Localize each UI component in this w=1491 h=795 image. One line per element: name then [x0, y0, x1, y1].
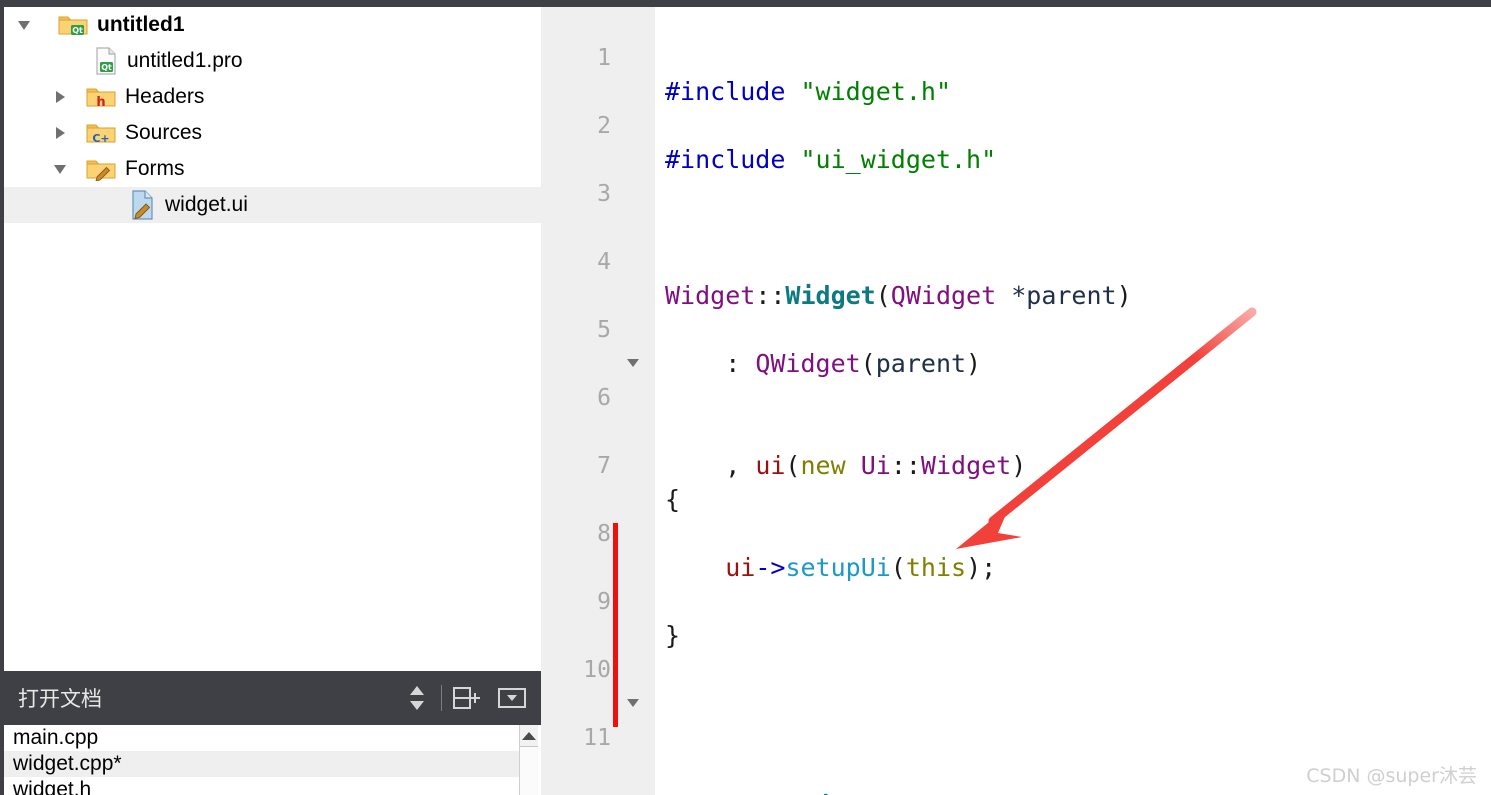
scroll-up-icon[interactable] — [520, 725, 538, 747]
chevron-down-icon[interactable] — [16, 17, 32, 33]
line-number: 12 — [541, 789, 611, 795]
line-number: 7 — [597, 453, 611, 479]
tree-item-label: Sources — [125, 121, 203, 144]
open-documents-header: 打开文档 — [4, 671, 541, 725]
open-documents-toolbar — [400, 681, 541, 715]
code-line[interactable]: 11 Widget::~Widget() — [541, 687, 1491, 795]
open-documents-scrollbar[interactable] — [519, 725, 538, 795]
code-line[interactable]: 6 , ui(new Ui::Widget) — [541, 347, 1491, 480]
sort-toggle-button[interactable] — [400, 681, 434, 715]
code-line[interactable]: 8 ui->setupUi(this); — [541, 483, 1491, 582]
code-line[interactable]: 9 } — [541, 551, 1491, 650]
toolbar-divider — [441, 685, 442, 711]
tree-item-label: Forms — [125, 157, 185, 180]
code-line-text: Widget::~Widget() — [665, 789, 921, 795]
line-number: 11 — [583, 725, 611, 751]
qt-creator-window: Qt untitled1 Qt untitled1.pro h Headers … — [0, 0, 1491, 795]
split-add-button[interactable] — [449, 681, 483, 715]
line-number: 3 — [597, 181, 611, 207]
code-text-area[interactable]: 1 #include "widget.h" 2 #include "ui_wid… — [541, 7, 1491, 795]
tree-item-label: Headers — [125, 85, 205, 108]
code-line[interactable]: 1 #include "widget.h" — [541, 7, 1491, 106]
sources-folder-icon: C+ — [86, 121, 116, 145]
code-line[interactable]: 10 — [541, 619, 1491, 683]
line-number: 8 — [597, 521, 611, 547]
code-line[interactable]: 3 — [541, 143, 1491, 207]
tree-item-label: untitled1.pro — [127, 49, 243, 72]
tree-item-label: untitled1 — [97, 13, 185, 36]
tree-item-headers[interactable]: h Headers — [4, 79, 541, 115]
tree-item-forms[interactable]: Forms — [4, 151, 541, 187]
line-number: 9 — [597, 589, 611, 615]
code-line[interactable]: 7 { — [541, 415, 1491, 514]
chevron-right-icon[interactable] — [52, 125, 68, 141]
open-document-row[interactable]: widget.cpp* — [4, 751, 519, 777]
csdn-watermark: CSDN @super沐芸 — [1306, 765, 1477, 787]
tree-item-widget-ui[interactable]: widget.ui — [4, 187, 541, 223]
chevron-right-icon[interactable] — [52, 89, 68, 105]
left-dock: Qt untitled1 Qt untitled1.pro h Headers … — [0, 7, 541, 795]
code-line[interactable]: 2 #include "ui_widget.h" — [541, 75, 1491, 174]
code-line-text: , ui(new Ui::Widget) — [665, 451, 1027, 480]
open-document-label: widget.cpp* — [13, 752, 122, 775]
open-document-row[interactable]: widget.h — [4, 777, 519, 795]
open-documents-title: 打开文档 — [18, 687, 102, 711]
tree-item-untitled1-pro[interactable]: Qt untitled1.pro — [4, 43, 541, 79]
tree-item-label: widget.ui — [165, 193, 248, 216]
qt-pro-file-icon: Qt — [94, 47, 118, 75]
fold-marker-icon[interactable] — [627, 699, 639, 707]
project-tree[interactable]: Qt untitled1 Qt untitled1.pro h Headers … — [4, 7, 541, 671]
code-editor[interactable]: 1 #include "widget.h" 2 #include "ui_wid… — [541, 7, 1491, 795]
scrollbar-thumb[interactable] — [520, 747, 538, 795]
svg-text:Qt: Qt — [72, 26, 83, 35]
ui-file-icon — [130, 190, 156, 220]
open-documents-list[interactable]: main.cpp widget.cpp* widget.h — [4, 725, 541, 795]
svg-text:C+: C+ — [92, 132, 109, 145]
line-number: 2 — [597, 113, 611, 139]
svg-text:Qt: Qt — [101, 63, 112, 72]
svg-text:h: h — [96, 95, 105, 109]
line-number: 6 — [597, 385, 611, 411]
fold-marker-icon[interactable] — [627, 359, 639, 367]
code-line[interactable]: 4 Widget::Widget(QWidget *parent) — [541, 211, 1491, 310]
line-number: 5 — [597, 317, 611, 343]
code-line[interactable]: 5 : QWidget(parent) — [541, 279, 1491, 378]
tree-item-untitled1[interactable]: Qt untitled1 — [4, 7, 541, 43]
chevron-down-icon[interactable] — [52, 161, 68, 177]
line-number: 4 — [597, 249, 611, 275]
qt-project-folder-icon: Qt — [58, 13, 88, 37]
open-document-row[interactable]: main.cpp — [4, 725, 519, 751]
line-number: 10 — [583, 657, 611, 683]
tree-item-sources[interactable]: C+ Sources — [4, 115, 541, 151]
line-number: 1 — [597, 45, 611, 71]
window-top-chrome — [0, 0, 1491, 7]
forms-folder-icon — [86, 157, 116, 181]
headers-folder-icon: h — [86, 85, 116, 109]
open-document-label: main.cpp — [13, 726, 99, 749]
open-document-label: widget.h — [13, 778, 92, 795]
close-pane-button[interactable] — [495, 681, 529, 715]
